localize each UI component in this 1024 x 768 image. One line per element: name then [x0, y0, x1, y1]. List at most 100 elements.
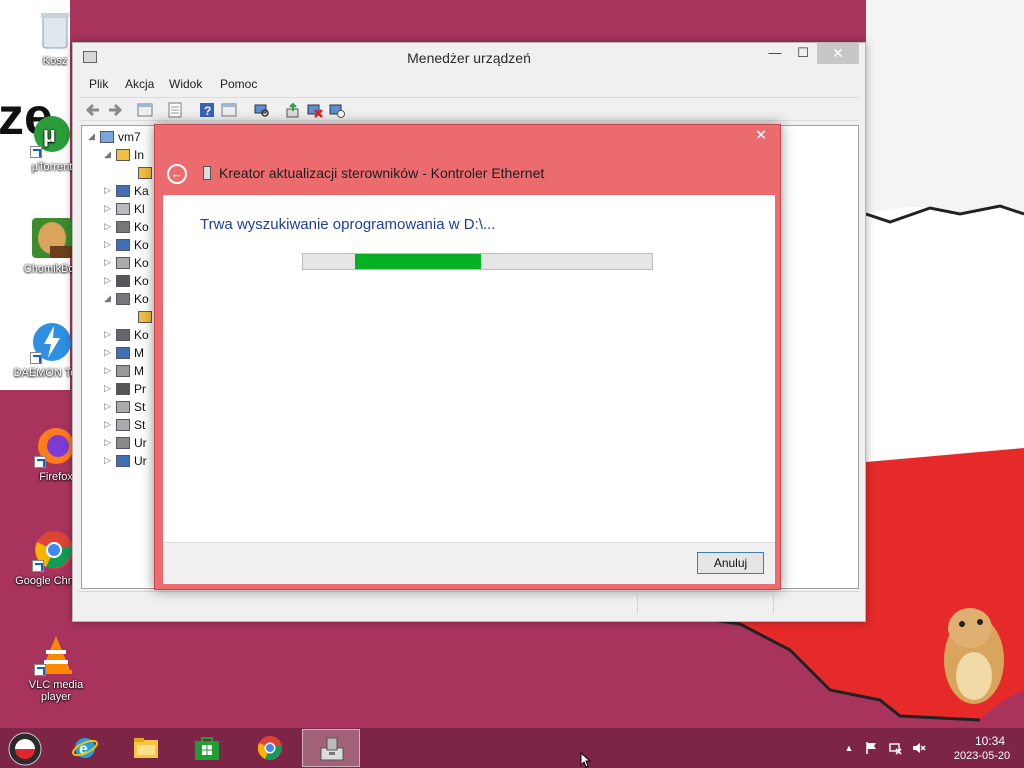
minimize-button[interactable]: —	[761, 43, 789, 64]
expand-icon[interactable]: ▷	[104, 455, 114, 466]
vlc-icon	[34, 632, 78, 676]
device-category-icon	[116, 419, 130, 431]
daemon-tools-icon	[30, 320, 74, 364]
expand-icon[interactable]: ▷	[104, 221, 114, 232]
forward-icon[interactable]	[107, 102, 123, 118]
expand-icon[interactable]: ▷	[104, 329, 114, 340]
taskbar-chrome[interactable]	[241, 729, 299, 767]
chrome-icon	[257, 736, 282, 760]
details-icon[interactable]	[221, 102, 237, 118]
store-icon	[195, 737, 219, 760]
mouse-cursor-icon	[580, 752, 592, 768]
device-category-icon	[116, 239, 130, 251]
cancel-button[interactable]: Anuluj	[697, 552, 764, 574]
start-icon	[8, 732, 42, 766]
volume-muted-icon[interactable]	[912, 741, 926, 755]
close-button[interactable]: ✕	[817, 43, 859, 64]
device-category-icon	[116, 221, 130, 233]
expand-icon[interactable]: ▷	[104, 437, 114, 448]
tree-item-label: Ur	[134, 454, 147, 468]
properties-icon[interactable]	[137, 102, 153, 118]
expand-icon[interactable]: ▷	[104, 347, 114, 358]
menu-akcja[interactable]: Akcja	[125, 77, 154, 91]
back-arrow-icon[interactable]: ←	[167, 164, 187, 184]
help-icon[interactable]: ?	[199, 102, 215, 118]
device-manager-icon	[320, 737, 344, 761]
shortcut-arrow-icon	[30, 352, 42, 364]
action-center-flag-icon[interactable]	[864, 741, 878, 755]
driver-update-wizard[interactable]: ✕ ← Kreator aktualizacji sterowników - K…	[154, 124, 781, 590]
menu-widok[interactable]: Widok	[169, 77, 202, 91]
shortcut-arrow-icon	[34, 664, 46, 676]
wizard-close-button[interactable]: ✕	[745, 126, 777, 146]
wizard-content: Trwa wyszukiwanie oprogramowania w D:\..…	[163, 195, 775, 542]
update-driver-icon[interactable]	[285, 102, 301, 118]
back-icon[interactable]	[85, 102, 101, 118]
expand-icon[interactable]: ▷	[104, 185, 114, 196]
tree-item-label: Ka	[134, 184, 149, 198]
utorrent-icon: µ	[30, 114, 74, 158]
device-category-icon	[116, 257, 130, 269]
ethernet-device-icon	[203, 166, 211, 180]
system-tray: ▲ 10:34 2023-05-20	[840, 728, 1024, 768]
device-category-icon	[116, 293, 130, 305]
taskbar-store[interactable]	[178, 729, 236, 767]
device-category-icon	[116, 365, 130, 377]
device-category-icon	[116, 185, 130, 197]
wizard-title: Kreator aktualizacji sterowników - Kontr…	[219, 165, 545, 181]
ie-icon: e	[72, 738, 98, 758]
tree-item-label: Ko	[134, 256, 149, 270]
maximize-button[interactable]: ☐	[789, 43, 817, 64]
expand-icon[interactable]: ▷	[104, 401, 114, 412]
clock-date[interactable]: 2023-05-20	[944, 750, 1020, 762]
svg-text:µ: µ	[43, 122, 56, 147]
collapse-icon[interactable]: ◢	[104, 149, 114, 160]
title-bar[interactable]: Menedżer urządzeń — ☐ ✕	[73, 43, 865, 72]
svg-text:?: ?	[204, 104, 211, 118]
scan-icon[interactable]	[253, 102, 269, 118]
tree-item-label: Ko	[134, 328, 149, 342]
taskbar: e ▲ 10:34 2023-05-20	[0, 728, 1024, 768]
taskbar-file-explorer[interactable]	[117, 729, 175, 767]
tree-item-label: Kl	[134, 202, 145, 216]
tree-item-label: Ur	[134, 436, 147, 450]
device-category-icon	[116, 149, 130, 161]
expand-icon[interactable]: ▷	[104, 203, 114, 214]
tree-item-label: St	[134, 418, 146, 432]
menu-pomoc[interactable]: Pomoc	[220, 77, 257, 91]
expand-icon[interactable]: ▷	[104, 275, 114, 286]
view-icon[interactable]	[167, 102, 183, 118]
expand-icon[interactable]: ▷	[104, 257, 114, 268]
desktop-icon-vlc[interactable]: VLC media player	[16, 632, 96, 703]
clock-time[interactable]: 10:34	[960, 734, 1020, 748]
collapse-icon[interactable]: ◢	[88, 131, 98, 142]
tree-item-label: Ko	[134, 274, 149, 288]
chrome-icon	[32, 528, 76, 572]
expand-icon[interactable]: ▷	[104, 239, 114, 250]
device-category-icon	[116, 329, 130, 341]
tree-item-label: Ko	[134, 220, 149, 234]
show-hidden-icons-button[interactable]: ▲	[842, 741, 856, 755]
window-title: Menedżer urządzeń	[407, 50, 531, 66]
expand-icon[interactable]: ▷	[104, 419, 114, 430]
uninstall-icon[interactable]	[307, 102, 323, 118]
status-segment	[637, 594, 773, 614]
disable-icon[interactable]	[329, 102, 345, 118]
device-category-icon	[116, 455, 130, 467]
tree-item-label: Ko	[134, 238, 149, 252]
expand-icon[interactable]: ▷	[104, 383, 114, 394]
device-category-icon	[116, 437, 130, 449]
start-button[interactable]	[0, 729, 58, 767]
search-status-message: Trwa wyszukiwanie oprogramowania w D:\..…	[200, 216, 496, 233]
menu-plik[interactable]: Plik	[89, 77, 108, 91]
tree-item-label: In	[134, 148, 145, 162]
toolbar: ?	[79, 97, 859, 121]
network-disconnected-icon[interactable]	[888, 741, 902, 755]
collapse-icon[interactable]: ◢	[104, 293, 114, 304]
taskbar-device-manager[interactable]	[302, 729, 360, 767]
taskbar-internet-explorer[interactable]: e	[56, 729, 114, 767]
expand-icon[interactable]: ▷	[104, 365, 114, 376]
hamster-icon	[30, 216, 74, 260]
shortcut-arrow-icon	[34, 456, 46, 468]
device-category-icon	[116, 401, 130, 413]
